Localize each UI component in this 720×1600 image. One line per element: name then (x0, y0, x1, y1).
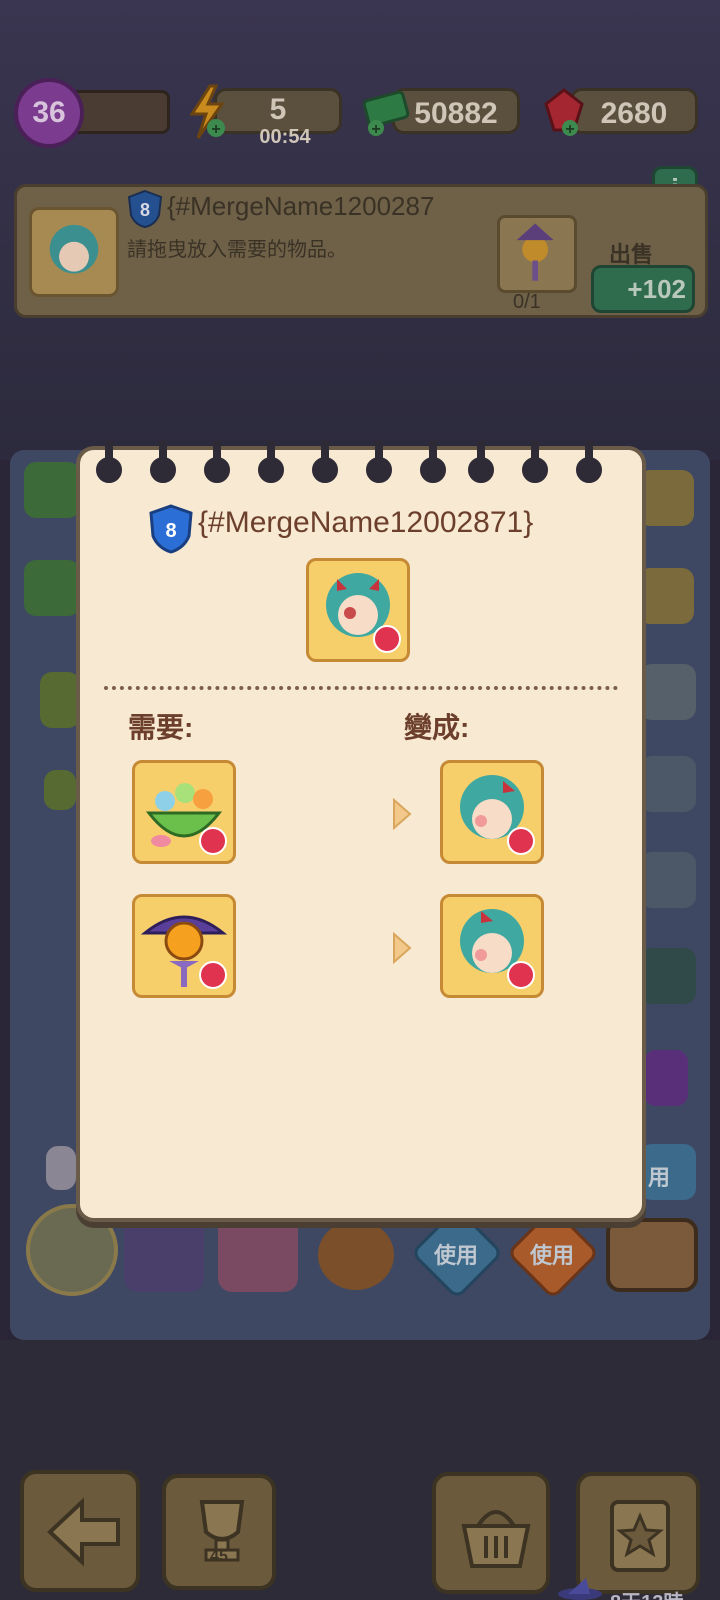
board-item-flower-basket[interactable] (638, 568, 694, 624)
order-required-item[interactable] (497, 215, 577, 293)
board-item-cat[interactable] (640, 852, 696, 908)
svg-text:+: + (211, 121, 220, 138)
svg-text:+: + (565, 121, 574, 138)
sell-reward-value: +102 (627, 274, 686, 304)
dock-item-cupcake[interactable] (218, 1212, 298, 1292)
board-item-monster[interactable] (640, 664, 696, 720)
level-shield-icon: 8 (149, 504, 193, 554)
need-label: 需要: (128, 712, 194, 743)
use-label: 用 (648, 1165, 671, 1190)
cash-icon[interactable]: + (362, 88, 414, 136)
required-item-pumpkin-scarecrow[interactable] (132, 894, 236, 998)
use-label: 使用 (529, 1243, 574, 1268)
board-item-purple-slime[interactable] (644, 1050, 688, 1106)
lightning-icon[interactable]: + (186, 84, 228, 140)
order-instruction: 請拖曳放入需要的物品。 (127, 239, 347, 261)
board-item-cat[interactable] (640, 756, 696, 812)
basket-icon (461, 1510, 531, 1568)
energy-timer: 00:54 (259, 126, 311, 148)
board-item-leaf[interactable] (40, 672, 80, 728)
order-title: {#MergeName1200287 (167, 191, 435, 221)
trophy-count: 45 (210, 1548, 228, 1565)
sell-button[interactable]: +102 (591, 265, 695, 313)
trophy-button[interactable]: 45 (162, 1474, 276, 1590)
back-button[interactable] (20, 1470, 140, 1592)
dock-item-cookie[interactable] (318, 1220, 394, 1290)
player-level-badge[interactable]: 36 (14, 78, 84, 148)
crown-icon (507, 961, 535, 989)
dock-item-witch-skull[interactable] (124, 1212, 204, 1292)
svg-text:8: 8 (140, 200, 150, 220)
board-item-plant[interactable] (24, 462, 80, 518)
board-item-flower-basket[interactable] (638, 470, 694, 526)
crown-icon (199, 827, 227, 855)
gem-value: 2680 (600, 97, 668, 130)
level-shield-icon: 8 (127, 189, 163, 229)
notebook-rings (96, 440, 602, 483)
arrow-left-icon (47, 1497, 120, 1567)
witch-hat-icon (558, 1578, 602, 1600)
modal-divider (104, 686, 618, 690)
crown-icon (199, 961, 227, 989)
arrow-right-icon (393, 932, 412, 964)
order-character-portrait (29, 207, 119, 297)
svg-text:+: + (371, 121, 380, 136)
gem-counter[interactable]: 2680 (570, 88, 698, 134)
xp-progress-bar[interactable] (70, 90, 170, 134)
result-item-girl-crying[interactable] (440, 760, 544, 864)
crown-icon (507, 827, 535, 855)
crown-icon (373, 625, 401, 653)
event-timer: 8天13時 (610, 1586, 683, 1600)
svg-text:8: 8 (165, 520, 176, 542)
board-item-use-ticket[interactable]: 用 (640, 1144, 696, 1200)
order-progress: 0/1 (513, 291, 541, 313)
energy-value: 5 (269, 93, 287, 126)
board-item-plant[interactable] (24, 560, 80, 616)
board-item-cauldron[interactable] (640, 948, 696, 1004)
clipboard-star-icon (610, 1500, 670, 1572)
order-card: 8 {#MergeName1200287 請拖曳放入需要的物品。 0/1 出售 … (14, 184, 708, 318)
use-label: 使用 (433, 1243, 478, 1268)
modal-title: {#MergeName12002871} (198, 506, 534, 539)
current-item-tile[interactable] (306, 558, 410, 662)
basket-button[interactable] (432, 1472, 550, 1594)
dock-item-tv[interactable] (606, 1218, 698, 1292)
board-item-skull[interactable] (46, 1146, 76, 1190)
ruby-gem-icon[interactable]: + (540, 86, 588, 138)
arrow-right-icon (393, 798, 412, 830)
required-item-candy-bowl[interactable] (132, 760, 236, 864)
result-item-girl-upset[interactable] (440, 894, 544, 998)
become-label: 變成: (404, 712, 470, 743)
board-item-leaf[interactable] (44, 770, 76, 810)
